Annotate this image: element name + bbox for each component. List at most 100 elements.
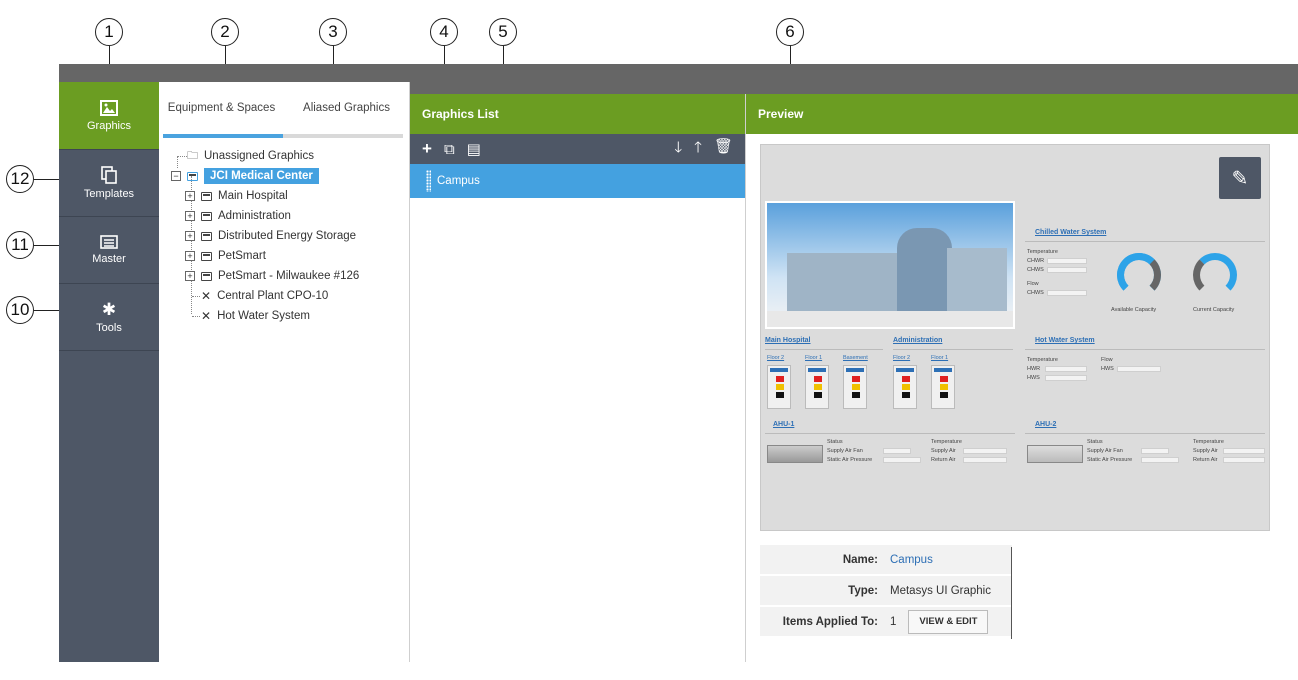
chws-flow-value <box>1047 290 1087 296</box>
edit-graphic-button[interactable]: ✎ <box>1219 157 1261 199</box>
callout-11: 11 <box>6 231 34 259</box>
expand-icon[interactable]: + <box>185 231 195 241</box>
tree-tabs: Equipment & Spaces Aliased Graphics <box>159 82 409 134</box>
chws-value <box>1047 267 1087 273</box>
graphics-list-panel: Graphics List + ⧉ ▤ 🡓 🡑 🗑 Campus <box>410 94 746 662</box>
callout-1: 1 <box>95 18 123 46</box>
ahu1-return-air-label: Return Air <box>931 457 956 463</box>
floor-card[interactable] <box>805 365 829 409</box>
tree-node-petsmart-milwaukee[interactable]: + PetSmart - Milwaukee #126 <box>171 266 409 286</box>
tree-node-label: Main Hospital <box>218 190 288 202</box>
hot-water-title[interactable]: Hot Water System <box>1035 337 1095 344</box>
preview-header: Preview <box>746 94 1298 134</box>
chwr-value <box>1047 258 1087 264</box>
tree-node-label: Central Plant CPO-10 <box>217 290 329 302</box>
expand-icon[interactable]: + <box>185 251 195 261</box>
tree-node-petsmart[interactable]: + PetSmart <box>171 246 409 266</box>
property-row-items: Items Applied To: 1 VIEW & EDIT <box>760 607 1012 638</box>
hwr-value <box>1045 366 1087 372</box>
graphics-list-header: Graphics List <box>410 94 745 134</box>
ahu1-supply-air-label: Supply Air <box>931 448 956 454</box>
ahu1-status-label: Status <box>827 439 843 445</box>
expand-icon[interactable]: + <box>185 211 195 221</box>
move-up-icon[interactable]: 🡑 <box>694 137 702 162</box>
name-value[interactable]: Campus <box>888 554 933 566</box>
ahu2-status-label: Status <box>1087 439 1103 445</box>
type-value: Metasys UI Graphic <box>890 584 991 597</box>
ahu2-title[interactable]: AHU-2 <box>1035 421 1056 428</box>
ahu2-static-pressure-value <box>1141 457 1179 463</box>
nav-tools[interactable]: ✱ Tools <box>59 284 159 351</box>
tree-node-label: Hot Water System <box>217 310 310 322</box>
tab-equipment-spaces[interactable]: Equipment & Spaces <box>159 82 284 134</box>
nav-graphics[interactable]: Graphics <box>59 82 159 150</box>
section-divider <box>1025 241 1265 242</box>
expand-icon[interactable]: + <box>185 271 195 281</box>
side-navigation: Graphics Templates Master ✱ Tools <box>59 82 159 662</box>
tree-node-hot-water[interactable]: ✕ Hot Water System <box>171 306 409 326</box>
main-hospital-title[interactable]: Main Hospital <box>765 337 811 344</box>
ahu2-return-air-value <box>1223 457 1265 463</box>
view-edit-button[interactable]: VIEW & EDIT <box>908 609 989 634</box>
available-capacity-gauge-inner <box>1117 253 1161 297</box>
callout-5: 5 <box>489 18 517 46</box>
tree-connector <box>192 316 200 317</box>
building-icon <box>201 191 212 201</box>
move-down-icon[interactable]: 🡓 <box>674 137 682 162</box>
ahu2-supply-fan-label: Supply Air Fan <box>1087 448 1123 454</box>
tab-aliased-graphics[interactable]: Aliased Graphics <box>284 82 409 134</box>
tree-node-label: Distributed Energy Storage <box>218 230 357 242</box>
flow-label: Flow <box>1027 281 1039 287</box>
graphics-list-item[interactable]: Campus <box>410 164 745 198</box>
tree-node-jci-medical-center[interactable]: − JCI Medical Center <box>171 166 409 186</box>
callout-12: 12 <box>6 165 34 193</box>
ahu1-title[interactable]: AHU-1 <box>773 421 794 428</box>
chwr-label: CHWR <box>1027 258 1045 264</box>
tree-node-central-plant[interactable]: ✕ Central Plant CPO-10 <box>171 286 409 306</box>
admin-floor1-link[interactable]: Floor 1 <box>931 355 948 361</box>
hws-flow-value <box>1117 366 1161 372</box>
chilled-water-title[interactable]: Chilled Water System <box>1035 229 1106 236</box>
basement-link[interactable]: Basement <box>843 355 868 361</box>
delete-icon[interactable]: 🗑 <box>714 137 733 162</box>
ahu2-supply-air-value <box>1223 448 1265 454</box>
tree-node-label: PetSmart - Milwaukee #126 <box>218 270 360 282</box>
building-icon <box>201 251 212 261</box>
floor-card[interactable] <box>893 365 917 409</box>
chws-flow-label: CHWS <box>1027 290 1044 296</box>
pencil-icon: ✎ <box>1231 167 1249 190</box>
tree-connector <box>192 296 200 297</box>
current-capacity-gauge <box>1193 253 1237 297</box>
hot-flow-label: Flow <box>1101 357 1113 363</box>
floor1-link[interactable]: Floor 1 <box>805 355 822 361</box>
callout-2: 2 <box>211 18 239 46</box>
floor-card[interactable] <box>931 365 955 409</box>
section-divider <box>1025 433 1265 434</box>
tree-node-unassigned[interactable]: 🗀 Unassigned Graphics <box>171 146 409 166</box>
hot-temp-label: Temperature <box>1027 357 1058 363</box>
tree-node-label: Administration <box>218 210 291 222</box>
tree-node-administration[interactable]: + Administration <box>171 206 409 226</box>
drag-handle-icon[interactable] <box>426 170 431 192</box>
ground <box>767 311 1013 327</box>
chilled-temp-label: Temperature <box>1027 249 1058 255</box>
floor-card[interactable] <box>767 365 791 409</box>
building-icon <box>201 231 212 241</box>
duplicate-icon[interactable]: ⧉ <box>444 141 455 158</box>
tree-node-distributed-energy[interactable]: + Distributed Energy Storage <box>171 226 409 246</box>
paste-icon[interactable]: ▤ <box>467 140 481 158</box>
admin-floor2-link[interactable]: Floor 2 <box>893 355 910 361</box>
administration-title[interactable]: Administration <box>893 337 942 344</box>
floor-card[interactable] <box>843 365 867 409</box>
ahu1-image <box>767 445 823 463</box>
expand-icon[interactable]: + <box>185 191 195 201</box>
tree-panel: Equipment & Spaces Aliased Graphics 🗀 Un… <box>159 82 410 662</box>
add-icon[interactable]: + <box>422 139 432 159</box>
collapse-icon[interactable]: − <box>171 171 181 181</box>
folder-icon: 🗀 <box>187 149 198 162</box>
floor2-link[interactable]: Floor 2 <box>767 355 784 361</box>
nav-master[interactable]: Master <box>59 217 159 284</box>
list-icon <box>100 235 118 249</box>
tree-node-main-hospital[interactable]: + Main Hospital <box>171 186 409 206</box>
nav-templates[interactable]: Templates <box>59 150 159 217</box>
